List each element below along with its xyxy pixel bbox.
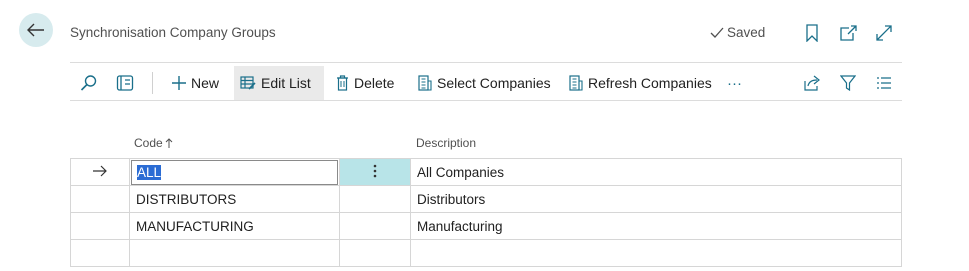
plus-icon bbox=[172, 76, 186, 90]
table-row[interactable]: ALL All Companies bbox=[70, 158, 902, 186]
building-icon bbox=[569, 75, 583, 91]
more-options-label: ··· bbox=[727, 74, 742, 92]
column-header-code[interactable]: Code bbox=[134, 136, 173, 150]
saved-status: Saved bbox=[710, 25, 765, 40]
toolbar-top-divider bbox=[70, 62, 902, 63]
page-title: Synchronisation Company Groups bbox=[70, 25, 276, 40]
expand-icon[interactable] bbox=[873, 22, 895, 44]
search-icon[interactable] bbox=[79, 72, 99, 94]
trash-icon bbox=[336, 75, 349, 91]
column-header-code-label: Code bbox=[134, 136, 163, 150]
open-new-window-icon[interactable] bbox=[837, 22, 859, 44]
saved-label: Saved bbox=[727, 25, 766, 40]
row-selector[interactable] bbox=[70, 239, 130, 267]
delete-button[interactable]: Delete bbox=[330, 66, 400, 100]
filter-icon[interactable] bbox=[838, 72, 858, 94]
refresh-companies-label: Refresh Companies bbox=[588, 75, 712, 91]
description-cell[interactable]: All Companies bbox=[410, 158, 902, 186]
row-actions-cell[interactable] bbox=[339, 212, 411, 240]
refresh-companies-button[interactable]: Refresh Companies bbox=[563, 66, 718, 100]
row-selector[interactable] bbox=[70, 185, 130, 213]
toolbar-bottom-divider bbox=[70, 100, 902, 101]
code-value: ALL bbox=[137, 164, 162, 180]
arrow-right-icon bbox=[92, 165, 108, 177]
list-grid: ALL All Companies DISTRIBUTORS Distribut… bbox=[70, 158, 902, 267]
code-cell[interactable]: DISTRIBUTORS bbox=[129, 185, 340, 213]
row-actions-cell[interactable] bbox=[339, 185, 411, 213]
table-row[interactable]: DISTRIBUTORS Distributors bbox=[70, 185, 902, 213]
delete-label: Delete bbox=[354, 75, 395, 91]
row-actions-cell[interactable] bbox=[339, 158, 411, 186]
select-companies-label: Select Companies bbox=[437, 75, 551, 91]
new-button-label: New bbox=[191, 75, 220, 91]
more-options-button[interactable]: ··· bbox=[721, 66, 748, 100]
building-icon bbox=[418, 75, 432, 91]
code-cell[interactable]: MANUFACTURING bbox=[129, 212, 340, 240]
edit-list-label: Edit List bbox=[261, 75, 311, 91]
toolbar-separator bbox=[152, 72, 153, 94]
arrow-left-icon bbox=[27, 23, 45, 37]
edit-list-button[interactable]: Edit List bbox=[234, 66, 324, 100]
select-companies-button[interactable]: Select Companies bbox=[412, 66, 557, 100]
column-header-description[interactable]: Description bbox=[416, 136, 476, 150]
checkmark-icon bbox=[710, 27, 724, 39]
new-button[interactable]: New bbox=[166, 66, 225, 100]
code-cell[interactable] bbox=[129, 239, 340, 267]
sort-ascending-icon bbox=[165, 137, 173, 149]
share-icon[interactable] bbox=[802, 72, 822, 94]
list-view-icon[interactable] bbox=[874, 72, 894, 94]
back-button[interactable] bbox=[19, 13, 53, 47]
bookmark-icon[interactable] bbox=[801, 22, 823, 44]
edit-list-icon bbox=[240, 76, 256, 90]
description-cell[interactable]: Distributors bbox=[410, 185, 902, 213]
description-cell[interactable]: Manufacturing bbox=[410, 212, 902, 240]
vertical-ellipsis-icon bbox=[373, 164, 377, 178]
table-row-empty[interactable] bbox=[70, 239, 902, 267]
description-cell[interactable] bbox=[410, 239, 902, 267]
code-input[interactable]: ALL bbox=[131, 159, 338, 185]
code-cell[interactable]: ALL bbox=[129, 158, 340, 186]
row-selector[interactable] bbox=[70, 212, 130, 240]
row-actions-cell[interactable] bbox=[339, 239, 411, 267]
table-row[interactable]: MANUFACTURING Manufacturing bbox=[70, 212, 902, 240]
row-selector[interactable] bbox=[70, 158, 130, 186]
filter-pane-icon[interactable] bbox=[114, 72, 136, 94]
